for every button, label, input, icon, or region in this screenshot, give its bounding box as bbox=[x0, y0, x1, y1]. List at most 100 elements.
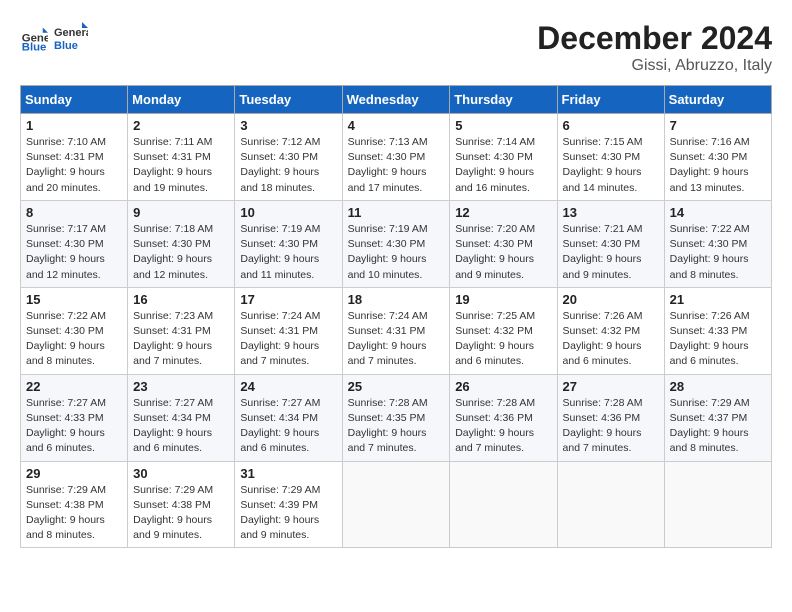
day-number: 9 bbox=[133, 205, 229, 220]
day-number: 25 bbox=[348, 379, 445, 394]
weekday-header-friday: Friday bbox=[557, 86, 664, 114]
calendar-cell: 23 Sunrise: 7:27 AMSunset: 4:34 PMDayligh… bbox=[128, 374, 235, 461]
calendar-cell: 25 Sunrise: 7:28 AMSunset: 4:35 PMDayligh… bbox=[342, 374, 450, 461]
calendar-cell: 6 Sunrise: 7:15 AMSunset: 4:30 PMDaylight… bbox=[557, 114, 664, 201]
day-number: 22 bbox=[26, 379, 122, 394]
calendar-cell bbox=[664, 461, 771, 548]
day-info: Sunrise: 7:23 AMSunset: 4:31 PMDaylight:… bbox=[133, 309, 229, 370]
day-number: 1 bbox=[26, 118, 122, 133]
title-section: December 2024 Gissi, Abruzzo, Italy bbox=[537, 20, 772, 75]
day-info: Sunrise: 7:27 AMSunset: 4:34 PMDaylight:… bbox=[240, 396, 336, 457]
day-number: 20 bbox=[563, 292, 659, 307]
day-number: 18 bbox=[348, 292, 445, 307]
day-info: Sunrise: 7:17 AMSunset: 4:30 PMDaylight:… bbox=[26, 222, 122, 283]
weekday-header-wednesday: Wednesday bbox=[342, 86, 450, 114]
location: Gissi, Abruzzo, Italy bbox=[537, 57, 772, 75]
calendar-cell: 19 Sunrise: 7:25 AMSunset: 4:32 PMDayligh… bbox=[450, 287, 557, 374]
calendar-cell: 30 Sunrise: 7:29 AMSunset: 4:38 PMDayligh… bbox=[128, 461, 235, 548]
day-number: 26 bbox=[455, 379, 551, 394]
day-number: 24 bbox=[240, 379, 336, 394]
day-info: Sunrise: 7:21 AMSunset: 4:30 PMDaylight:… bbox=[563, 222, 659, 283]
day-info: Sunrise: 7:29 AMSunset: 4:38 PMDaylight:… bbox=[133, 483, 229, 544]
day-info: Sunrise: 7:27 AMSunset: 4:33 PMDaylight:… bbox=[26, 396, 122, 457]
day-number: 28 bbox=[670, 379, 766, 394]
svg-text:Blue: Blue bbox=[22, 41, 47, 52]
day-info: Sunrise: 7:13 AMSunset: 4:30 PMDaylight:… bbox=[348, 135, 445, 196]
day-info: Sunrise: 7:25 AMSunset: 4:32 PMDaylight:… bbox=[455, 309, 551, 370]
calendar-cell: 22 Sunrise: 7:27 AMSunset: 4:33 PMDayligh… bbox=[21, 374, 128, 461]
day-info: Sunrise: 7:16 AMSunset: 4:30 PMDaylight:… bbox=[670, 135, 766, 196]
week-row-1: 1 Sunrise: 7:10 AMSunset: 4:31 PMDaylight… bbox=[21, 114, 772, 201]
calendar-cell: 5 Sunrise: 7:14 AMSunset: 4:30 PMDaylight… bbox=[450, 114, 557, 201]
day-info: Sunrise: 7:22 AMSunset: 4:30 PMDaylight:… bbox=[26, 309, 122, 370]
day-number: 6 bbox=[563, 118, 659, 133]
weekday-header-sunday: Sunday bbox=[21, 86, 128, 114]
weekday-header-tuesday: Tuesday bbox=[235, 86, 342, 114]
calendar-cell: 13 Sunrise: 7:21 AMSunset: 4:30 PMDayligh… bbox=[557, 200, 664, 287]
day-info: Sunrise: 7:27 AMSunset: 4:34 PMDaylight:… bbox=[133, 396, 229, 457]
day-info: Sunrise: 7:19 AMSunset: 4:30 PMDaylight:… bbox=[348, 222, 445, 283]
calendar-cell: 26 Sunrise: 7:28 AMSunset: 4:36 PMDayligh… bbox=[450, 374, 557, 461]
logo: General Blue General Blue bbox=[20, 20, 88, 56]
day-info: Sunrise: 7:10 AMSunset: 4:31 PMDaylight:… bbox=[26, 135, 122, 196]
day-number: 23 bbox=[133, 379, 229, 394]
day-info: Sunrise: 7:19 AMSunset: 4:30 PMDaylight:… bbox=[240, 222, 336, 283]
day-info: Sunrise: 7:24 AMSunset: 4:31 PMDaylight:… bbox=[240, 309, 336, 370]
page-header: General Blue General Blue December 2024 … bbox=[20, 20, 772, 75]
calendar-cell: 8 Sunrise: 7:17 AMSunset: 4:30 PMDaylight… bbox=[21, 200, 128, 287]
week-row-5: 29Sunrise: 7:29 AMSunset: 4:38 PMDayligh… bbox=[21, 461, 772, 548]
day-number: 27 bbox=[563, 379, 659, 394]
day-number: 13 bbox=[563, 205, 659, 220]
calendar-cell: 27 Sunrise: 7:28 AMSunset: 4:36 PMDayligh… bbox=[557, 374, 664, 461]
svg-text:Blue: Blue bbox=[54, 40, 78, 52]
week-row-3: 15 Sunrise: 7:22 AMSunset: 4:30 PMDayligh… bbox=[21, 287, 772, 374]
calendar-cell bbox=[450, 461, 557, 548]
day-number: 30 bbox=[133, 466, 229, 481]
calendar-cell: 29Sunrise: 7:29 AMSunset: 4:38 PMDayligh… bbox=[21, 461, 128, 548]
calendar-cell: 1 Sunrise: 7:10 AMSunset: 4:31 PMDaylight… bbox=[21, 114, 128, 201]
calendar-cell: 14 Sunrise: 7:22 AMSunset: 4:30 PMDayligh… bbox=[664, 200, 771, 287]
calendar-cell: 10 Sunrise: 7:19 AMSunset: 4:30 PMDayligh… bbox=[235, 200, 342, 287]
calendar-cell bbox=[342, 461, 450, 548]
calendar-cell: 4Sunrise: 7:13 AMSunset: 4:30 PMDaylight… bbox=[342, 114, 450, 201]
day-info: Sunrise: 7:18 AMSunset: 4:30 PMDaylight:… bbox=[133, 222, 229, 283]
day-info: Sunrise: 7:29 AMSunset: 4:37 PMDaylight:… bbox=[670, 396, 766, 457]
day-number: 2 bbox=[133, 118, 229, 133]
calendar-table: SundayMondayTuesdayWednesdayThursdayFrid… bbox=[20, 85, 772, 548]
day-number: 5 bbox=[455, 118, 551, 133]
calendar-cell: 31Sunrise: 7:29 AMSunset: 4:39 PMDayligh… bbox=[235, 461, 342, 548]
day-number: 21 bbox=[670, 292, 766, 307]
weekday-header-monday: Monday bbox=[128, 86, 235, 114]
day-info: Sunrise: 7:29 AMSunset: 4:38 PMDaylight:… bbox=[26, 483, 122, 544]
day-number: 15 bbox=[26, 292, 122, 307]
calendar-cell: 20 Sunrise: 7:26 AMSunset: 4:32 PMDayligh… bbox=[557, 287, 664, 374]
day-info: Sunrise: 7:22 AMSunset: 4:30 PMDaylight:… bbox=[670, 222, 766, 283]
day-info: Sunrise: 7:28 AMSunset: 4:36 PMDaylight:… bbox=[455, 396, 551, 457]
calendar-cell: 11 Sunrise: 7:19 AMSunset: 4:30 PMDayligh… bbox=[342, 200, 450, 287]
day-number: 8 bbox=[26, 205, 122, 220]
day-number: 7 bbox=[670, 118, 766, 133]
day-info: Sunrise: 7:12 AMSunset: 4:30 PMDaylight:… bbox=[240, 135, 336, 196]
day-info: Sunrise: 7:15 AMSunset: 4:30 PMDaylight:… bbox=[563, 135, 659, 196]
week-row-2: 8 Sunrise: 7:17 AMSunset: 4:30 PMDaylight… bbox=[21, 200, 772, 287]
day-number: 3 bbox=[240, 118, 336, 133]
day-info: Sunrise: 7:14 AMSunset: 4:30 PMDaylight:… bbox=[455, 135, 551, 196]
day-number: 11 bbox=[348, 205, 445, 220]
logo-graphic: General Blue bbox=[52, 20, 88, 56]
calendar-cell: 15 Sunrise: 7:22 AMSunset: 4:30 PMDayligh… bbox=[21, 287, 128, 374]
day-info: Sunrise: 7:20 AMSunset: 4:30 PMDaylight:… bbox=[455, 222, 551, 283]
weekday-header-thursday: Thursday bbox=[450, 86, 557, 114]
day-number: 19 bbox=[455, 292, 551, 307]
day-number: 14 bbox=[670, 205, 766, 220]
day-info: Sunrise: 7:11 AMSunset: 4:31 PMDaylight:… bbox=[133, 135, 229, 196]
day-info: Sunrise: 7:28 AMSunset: 4:36 PMDaylight:… bbox=[563, 396, 659, 457]
weekday-header-row: SundayMondayTuesdayWednesdayThursdayFrid… bbox=[21, 86, 772, 114]
calendar-cell: 12Sunrise: 7:20 AMSunset: 4:30 PMDayligh… bbox=[450, 200, 557, 287]
calendar-cell bbox=[557, 461, 664, 548]
day-info: Sunrise: 7:24 AMSunset: 4:31 PMDaylight:… bbox=[348, 309, 445, 370]
day-info: Sunrise: 7:26 AMSunset: 4:32 PMDaylight:… bbox=[563, 309, 659, 370]
calendar-cell: 28 Sunrise: 7:29 AMSunset: 4:37 PMDayligh… bbox=[664, 374, 771, 461]
day-info: Sunrise: 7:28 AMSunset: 4:35 PMDaylight:… bbox=[348, 396, 445, 457]
calendar-cell: 17Sunrise: 7:24 AMSunset: 4:31 PMDayligh… bbox=[235, 287, 342, 374]
day-number: 10 bbox=[240, 205, 336, 220]
